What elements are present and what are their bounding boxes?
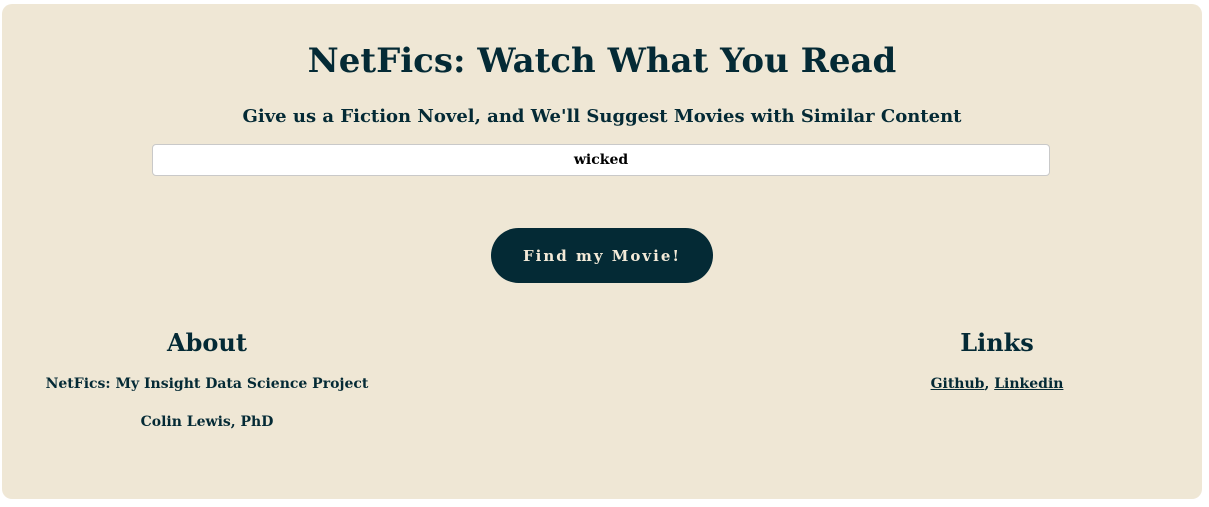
links-section: Links Github, Linkedin (842, 326, 1152, 412)
about-author-text: Colin Lewis, PhD (140, 414, 274, 430)
about-project-text: NetFics: My Insight Data Science Project (45, 376, 369, 392)
main-panel: NetFics: Watch What You Read Give us a F… (2, 4, 1202, 499)
page-subtitle: Give us a Fiction Novel, and We'll Sugge… (242, 106, 962, 127)
page-title: NetFics: Watch What You Read (307, 41, 897, 81)
links-separator: , (984, 376, 995, 392)
book-search-input[interactable] (152, 144, 1050, 176)
github-link[interactable]: Github (931, 376, 985, 392)
linkedin-link[interactable]: Linkedin (994, 376, 1063, 392)
links-list: Github, Linkedin (842, 374, 1152, 394)
find-movie-button[interactable]: Find my Movie! (491, 228, 713, 283)
about-heading: About (167, 328, 247, 357)
links-heading: Links (960, 328, 1034, 357)
about-section: About NetFics: My Insight Data Science P… (32, 326, 382, 450)
